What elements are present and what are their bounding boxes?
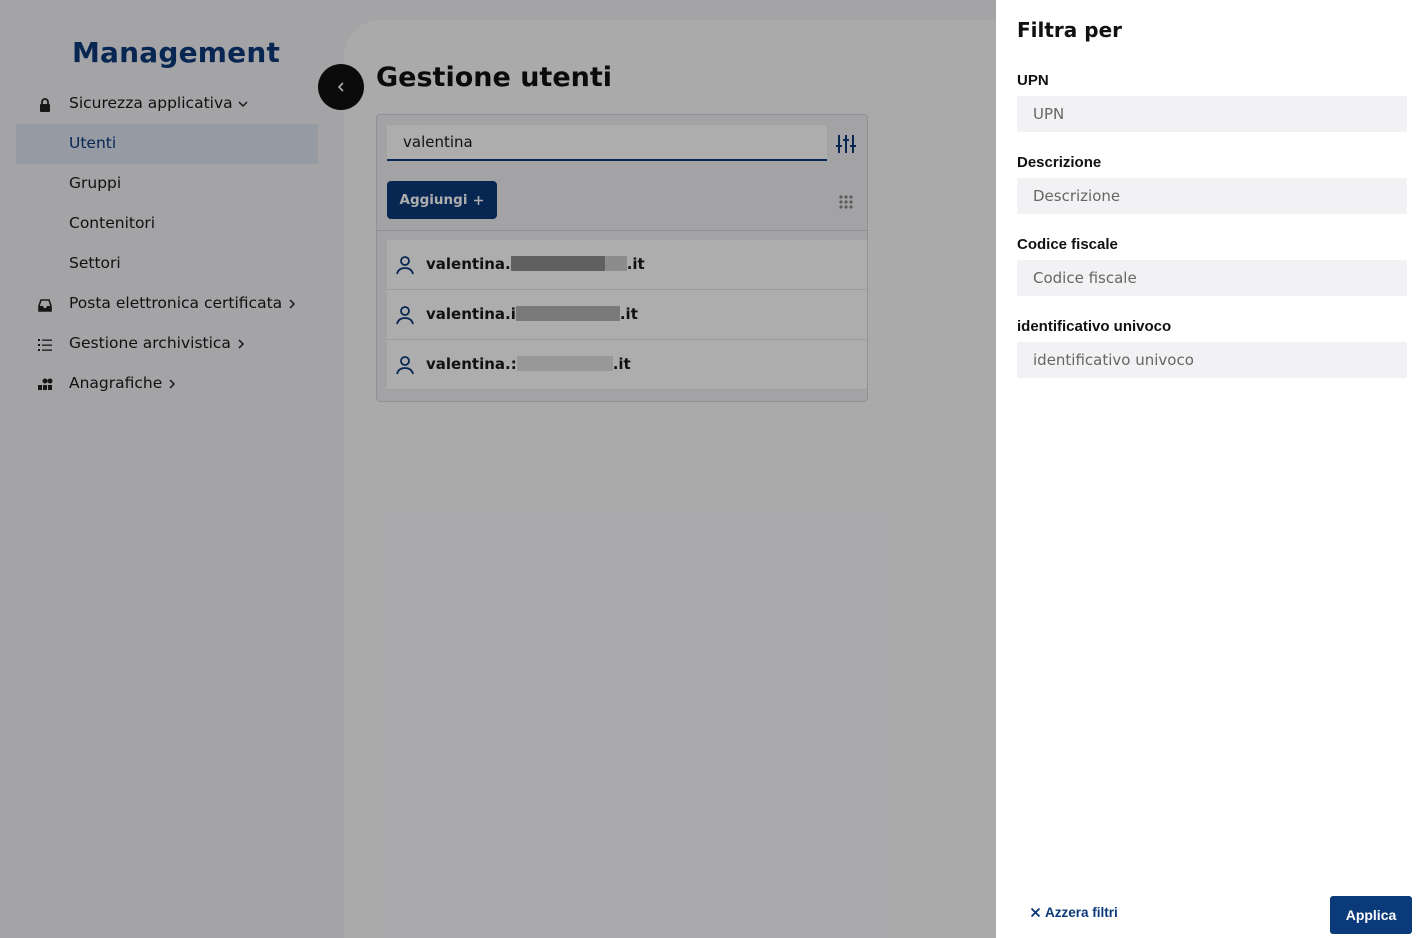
filter-drawer: Filtra per UPN Descrizione Codice fiscal… [996,0,1428,938]
codice-fiscale-label: Codice fiscale [1017,236,1118,253]
descrizione-label: Descrizione [1017,154,1102,171]
reset-filters-label: Azzera filtri [1045,905,1118,920]
drawer-title: Filtra per [1017,18,1122,42]
upn-input[interactable] [1017,96,1407,132]
modal-backdrop[interactable] [0,0,996,938]
identificativo-univoco-input[interactable] [1017,342,1407,378]
descrizione-input[interactable] [1017,178,1407,214]
reset-filters-button[interactable]: Azzera filtri [1030,905,1118,920]
apply-filters-button[interactable]: Applica [1330,896,1412,934]
identificativo-univoco-label: identificativo univoco [1017,318,1172,335]
close-icon [1030,907,1041,918]
upn-label: UPN [1017,72,1049,89]
codice-fiscale-input[interactable] [1017,260,1407,296]
